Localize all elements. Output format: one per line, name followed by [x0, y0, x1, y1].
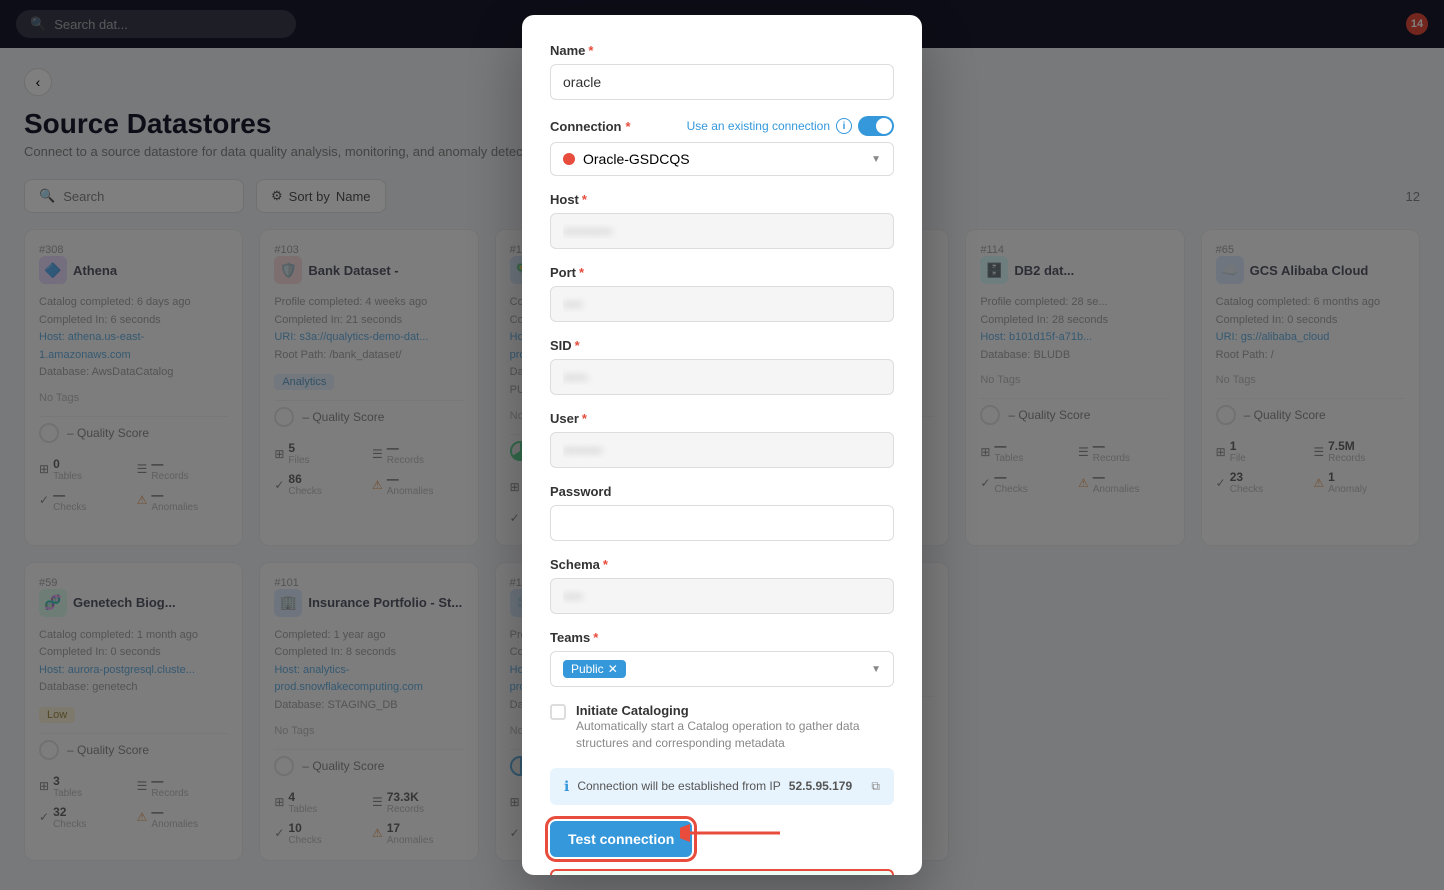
connection-value: Oracle-GSDCQS: [583, 151, 690, 167]
teams-dropdown-arrow-icon: ▼: [871, 664, 881, 675]
info-circle-icon: ℹ: [564, 778, 569, 795]
connection-header: Connection * Use an existing connection …: [550, 116, 894, 136]
dropdown-arrow-icon: ▼: [871, 154, 881, 165]
sid-field-group: SID *: [550, 338, 894, 395]
schema-input[interactable]: [550, 578, 894, 614]
teams-label: Teams *: [550, 630, 894, 645]
host-label: Host *: [550, 192, 894, 207]
initiate-content: Initiate Cataloging Automatically start …: [576, 703, 894, 752]
sid-input[interactable]: [550, 359, 894, 395]
initiate-cataloging-row: Initiate Cataloging Automatically start …: [550, 703, 894, 752]
port-input[interactable]: [550, 286, 894, 322]
initiate-title: Initiate Cataloging: [576, 703, 894, 718]
teams-field-group: Teams * Public ✕ ▼: [550, 630, 894, 687]
port-field-group: Port *: [550, 265, 894, 322]
teams-remove-icon[interactable]: ✕: [608, 662, 618, 676]
info-icon[interactable]: i: [836, 118, 852, 134]
name-label: Name *: [550, 43, 894, 58]
copy-icon[interactable]: ⧉: [871, 779, 880, 794]
name-input[interactable]: [550, 64, 894, 100]
user-input[interactable]: [550, 432, 894, 468]
sid-label: SID *: [550, 338, 894, 353]
ip-notice: ℹ Connection will be established from IP…: [550, 768, 894, 805]
teams-input[interactable]: Public ✕ ▼: [550, 651, 894, 687]
teams-tag: Public ✕: [563, 660, 626, 678]
required-marker: *: [588, 43, 593, 58]
test-connection-wrapper: Test connection: [550, 821, 692, 857]
password-label: Password: [550, 484, 894, 499]
oracle-indicator: [563, 153, 575, 165]
ip-address: 52.5.95.179: [789, 779, 852, 793]
success-message: Your datastore connection has been verif…: [550, 869, 894, 875]
initiate-checkbox[interactable]: [550, 704, 566, 720]
modal-dialog: Name * Connection * Use an existing conn…: [522, 15, 922, 875]
arrow-annotation: [680, 813, 800, 853]
use-existing-toggle[interactable]: Use an existing connection i: [687, 116, 894, 136]
modal-overlay[interactable]: Name * Connection * Use an existing conn…: [0, 0, 1444, 890]
user-field-group: User *: [550, 411, 894, 468]
toggle-switch[interactable]: [858, 116, 894, 136]
password-field-group: Password: [550, 484, 894, 541]
password-input[interactable]: [550, 505, 894, 541]
test-connection-button[interactable]: Test connection: [550, 821, 692, 857]
connection-field-group: Connection * Use an existing connection …: [550, 116, 894, 176]
host-field-group: Host *: [550, 192, 894, 249]
schema-field-group: Schema *: [550, 557, 894, 614]
port-label: Port *: [550, 265, 894, 280]
ip-text: Connection will be established from IP: [577, 779, 780, 793]
initiate-desc: Automatically start a Catalog operation …: [576, 718, 894, 752]
connection-label: Connection *: [550, 119, 631, 134]
teams-value: Public: [571, 662, 604, 676]
connection-select[interactable]: Oracle-GSDCQS ▼: [550, 142, 894, 176]
user-label: User *: [550, 411, 894, 426]
use-existing-label: Use an existing connection: [687, 119, 830, 133]
schema-label: Schema *: [550, 557, 894, 572]
name-field-group: Name *: [550, 43, 894, 100]
host-input[interactable]: [550, 213, 894, 249]
